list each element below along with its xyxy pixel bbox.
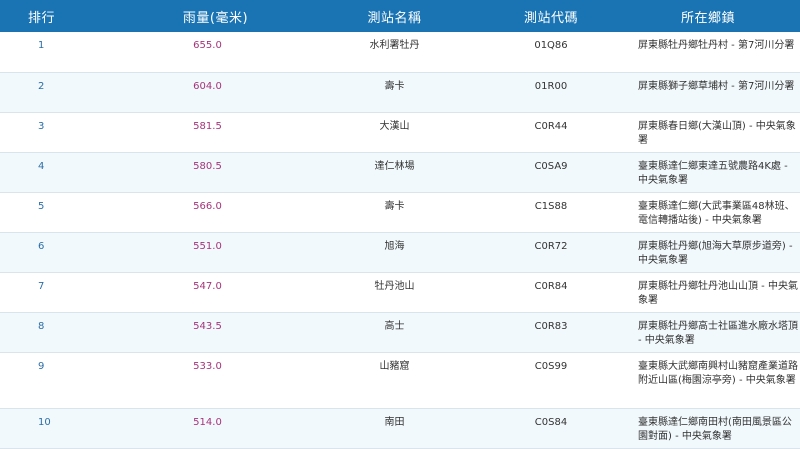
rank-cell: 7 xyxy=(0,272,128,313)
station-code-cell: C1S88 xyxy=(486,192,616,233)
table-row: 1 655.0 水利署牡丹 01Q86 屏東縣牡丹鄉牡丹村 - 第7河川分署 xyxy=(0,32,800,73)
rainfall-cell: 655.0 xyxy=(128,32,303,73)
rainfall-cell: 543.5 xyxy=(128,312,303,353)
header-station-name[interactable]: 測站名稱 xyxy=(303,0,486,32)
table-header-row: 排行 雨量(毫米) 測站名稱 測站代碼 所在鄉鎮 xyxy=(0,0,800,32)
rainfall-cell: 604.0 xyxy=(128,72,303,113)
rainfall-cell: 547.0 xyxy=(128,272,303,313)
station-name-cell: 旭海 xyxy=(303,232,486,273)
header-station-code[interactable]: 測站代碼 xyxy=(486,0,616,32)
rank-cell: 10 xyxy=(0,408,128,449)
table-row: 5 566.0 壽卡 C1S88 臺東縣達仁鄉(大武事業區48林班、電信轉播站後) - … xyxy=(0,192,800,233)
table-row: 2 604.0 壽卡 01R00 屏東縣獅子鄉草埔村 - 第7河川分署 xyxy=(0,72,800,113)
location-cell: 臺東縣達仁鄉東達五號農路4K處 - 中央氣象署 xyxy=(616,152,800,193)
location-cell: 臺東縣達仁鄉(大武事業區48林班、電信轉播站後) - 中央氣象署 xyxy=(616,192,800,233)
station-name-cell: 高士 xyxy=(303,312,486,353)
station-name-cell: 達仁林場 xyxy=(303,152,486,193)
station-name-cell: 大漢山 xyxy=(303,112,486,153)
location-cell: 臺東縣大武鄉南興村山豬窟產業道路附近山區(梅園涼亭旁) - 中央氣象署 xyxy=(616,352,800,409)
header-rank[interactable]: 排行 xyxy=(0,0,128,32)
table-row: 6 551.0 旭海 C0R72 屏東縣牡丹鄉(旭海大草原步道旁) - 中央氣象署 xyxy=(0,232,800,273)
table-row: 8 543.5 高士 C0R83 屏東縣牡丹鄉高士社區進水廠水塔頂 - 中央氣象署 xyxy=(0,312,800,353)
station-code-cell: C0R83 xyxy=(486,312,616,353)
station-name-cell: 水利署牡丹 xyxy=(303,32,486,73)
station-code-cell: 01Q86 xyxy=(486,32,616,73)
rainfall-cell: 581.5 xyxy=(128,112,303,153)
rainfall-cell: 514.0 xyxy=(128,408,303,449)
station-code-cell: C0R72 xyxy=(486,232,616,273)
rank-cell: 1 xyxy=(0,32,128,73)
rank-cell: 6 xyxy=(0,232,128,273)
location-cell: 屏東縣春日鄉(大漢山頂) - 中央氣象署 xyxy=(616,112,800,153)
station-code-cell: C0S99 xyxy=(486,352,616,409)
table-row: 3 581.5 大漢山 C0R44 屏東縣春日鄉(大漢山頂) - 中央氣象署 xyxy=(0,112,800,153)
station-name-cell: 南田 xyxy=(303,408,486,449)
station-name-cell: 壽卡 xyxy=(303,192,486,233)
rank-cell: 5 xyxy=(0,192,128,233)
rank-cell: 2 xyxy=(0,72,128,113)
station-name-cell: 山豬窟 xyxy=(303,352,486,409)
rainfall-cell: 580.5 xyxy=(128,152,303,193)
rank-cell: 9 xyxy=(0,352,128,409)
rank-cell: 8 xyxy=(0,312,128,353)
rank-cell: 4 xyxy=(0,152,128,193)
station-code-cell: C0S84 xyxy=(486,408,616,449)
station-code-cell: 01R00 xyxy=(486,72,616,113)
station-name-cell: 牡丹池山 xyxy=(303,272,486,313)
rainfall-cell: 566.0 xyxy=(128,192,303,233)
table-row: 7 547.0 牡丹池山 C0R84 屏東縣牡丹鄉牡丹池山山頂 - 中央氣象署 xyxy=(0,272,800,313)
rank-cell: 3 xyxy=(0,112,128,153)
station-code-cell: C0SA9 xyxy=(486,152,616,193)
location-cell: 屏東縣牡丹鄉牡丹村 - 第7河川分署 xyxy=(616,32,800,73)
header-location[interactable]: 所在鄉鎮 xyxy=(616,0,800,32)
station-name-cell: 壽卡 xyxy=(303,72,486,113)
rainfall-ranking-table: 排行 雨量(毫米) 測站名稱 測站代碼 所在鄉鎮 1 655.0 水利署牡丹 01Q8… xyxy=(0,0,800,449)
location-cell: 屏東縣牡丹鄉(旭海大草原步道旁) - 中央氣象署 xyxy=(616,232,800,273)
table-row: 4 580.5 達仁林場 C0SA9 臺東縣達仁鄉東達五號農路4K處 - 中央氣象署 xyxy=(0,152,800,193)
station-code-cell: C0R44 xyxy=(486,112,616,153)
table-row: 10 514.0 南田 C0S84 臺東縣達仁鄉南田村(南田風景區公園對面) - 中央氣… xyxy=(0,408,800,449)
location-cell: 屏東縣牡丹鄉牡丹池山山頂 - 中央氣象署 xyxy=(616,272,800,313)
location-cell: 屏東縣獅子鄉草埔村 - 第7河川分署 xyxy=(616,72,800,113)
location-cell: 臺東縣達仁鄉南田村(南田風景區公園對面) - 中央氣象署 xyxy=(616,408,800,449)
station-code-cell: C0R84 xyxy=(486,272,616,313)
header-rainfall[interactable]: 雨量(毫米) xyxy=(128,0,303,32)
location-cell: 屏東縣牡丹鄉高士社區進水廠水塔頂 - 中央氣象署 xyxy=(616,312,800,353)
rainfall-cell: 533.0 xyxy=(128,352,303,409)
table-row: 9 533.0 山豬窟 C0S99 臺東縣大武鄉南興村山豬窟產業道路附近山區(梅園涼亭旁… xyxy=(0,352,800,409)
rainfall-cell: 551.0 xyxy=(128,232,303,273)
